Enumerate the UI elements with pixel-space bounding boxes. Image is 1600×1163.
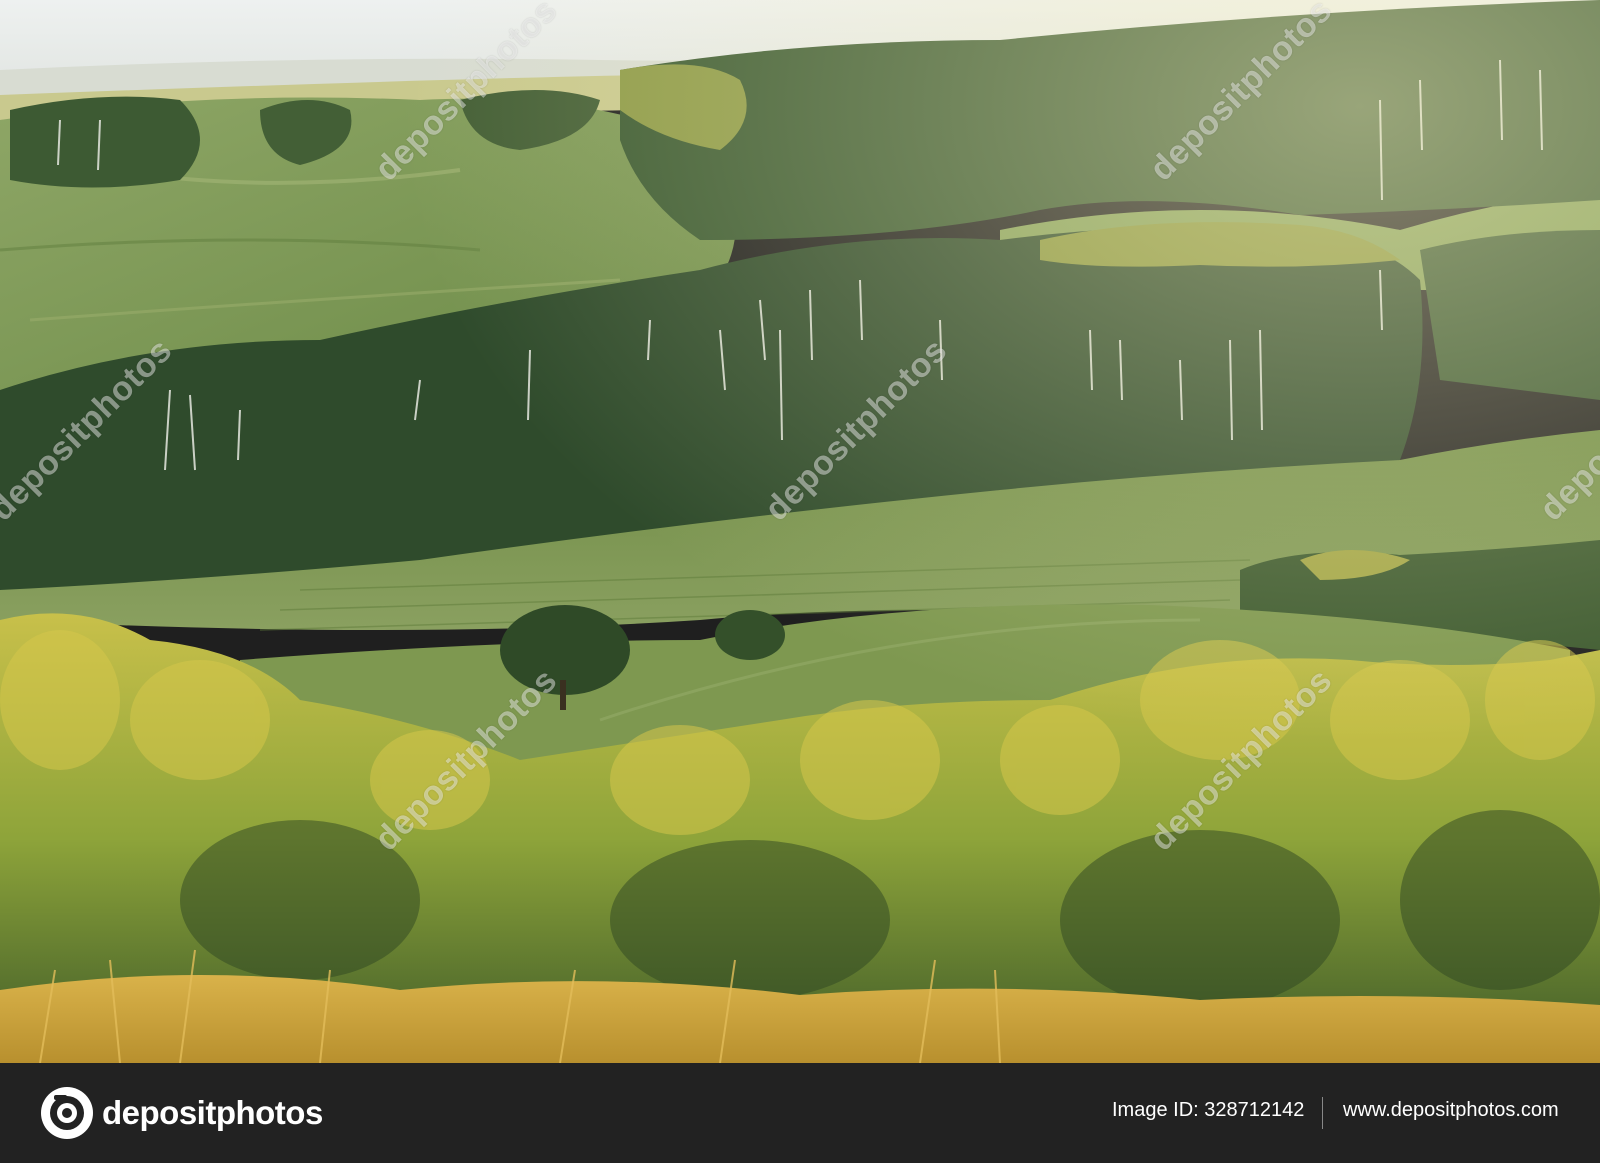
footer-divider bbox=[1322, 1097, 1323, 1129]
landscape-photo: depositphotos depositphotos depositphoto… bbox=[0, 0, 1600, 1063]
image-id-label: Image ID: 328712142 bbox=[1112, 1099, 1305, 1121]
landscape-photo-drawing bbox=[0, 0, 1600, 1063]
footer-bar: depositphotos Image ID: 328712142 www.de… bbox=[0, 1063, 1600, 1163]
camera-aperture-icon bbox=[41, 1087, 93, 1139]
depositphotos-logo[interactable]: depositphotos bbox=[40, 1085, 323, 1141]
logo-text: depositphotos bbox=[102, 1094, 323, 1131]
site-url-link[interactable]: www.depositphotos.com bbox=[1343, 1099, 1559, 1122]
